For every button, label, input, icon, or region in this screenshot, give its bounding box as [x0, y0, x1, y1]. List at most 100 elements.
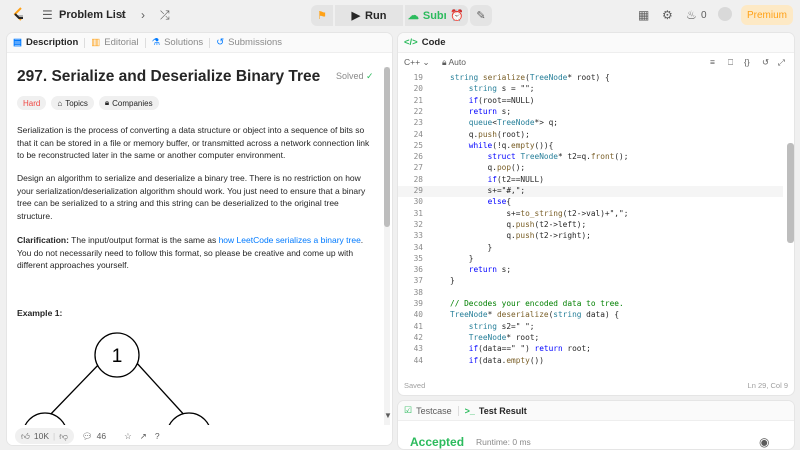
tab-description-label: Description — [25, 37, 79, 48]
code-text: if(root==NULL) — [468, 95, 535, 105]
code-text: // Decodes your encoded data to tree. — [450, 299, 624, 308]
code-panel: </> Code C++ ⌄ 🔒︎ Auto ≡ ⎕ {} ↺ ⤢ 19 stri… — [397, 32, 795, 396]
leetcode-logo-icon[interactable] — [12, 7, 26, 23]
test-tabbar: ☑ Testcase >_ Test Result — [398, 401, 794, 421]
eye-icon[interactable]: ◉ — [759, 435, 769, 449]
code-line[interactable]: 41 string s2=" "; — [398, 322, 783, 333]
code-line[interactable]: 27 q.pop(); — [398, 163, 783, 174]
description-para-2: Design an algorithm to serialize and des… — [17, 173, 366, 221]
fire-icon[interactable]: ♨ — [686, 8, 697, 22]
description-scroll-thumb[interactable] — [384, 67, 390, 227]
next-problem-icon[interactable]: › — [141, 8, 145, 22]
code-line[interactable]: 40 TreeNode* deserialize(string data) { — [398, 310, 783, 321]
bookmark-icon[interactable]: ⎕ — [728, 57, 733, 68]
like-button[interactable]: 👍︎ 10K | 👎︎ — [15, 428, 74, 444]
debug-button[interactable]: ⚑ — [311, 5, 333, 26]
code-text: } — [450, 253, 474, 263]
code-line[interactable]: 30 else{ — [398, 197, 783, 208]
line-number: 20 — [413, 84, 423, 94]
code-line[interactable]: 20 string s = ""; — [398, 84, 783, 95]
tab-code[interactable]: </> Code — [398, 33, 452, 53]
line-number: 34 — [413, 242, 423, 252]
code-line[interactable]: 44 if(data.empty()) — [398, 356, 783, 367]
topics-label: Topics — [65, 98, 88, 108]
code-line[interactable]: 23 queue<TreeNode*> q; — [398, 118, 783, 129]
history-icon: ↺ — [216, 37, 225, 48]
flask-icon: ⚗ — [151, 37, 161, 48]
code-line[interactable]: 32 q.push(t2->left); — [398, 220, 783, 231]
code-line[interactable]: 42 TreeNode* root; — [398, 333, 783, 344]
line-number: 29 — [413, 186, 423, 195]
topics-tag[interactable]: ⌂ Topics — [51, 96, 94, 110]
code-line[interactable]: 34 } — [398, 243, 783, 254]
comments-button[interactable]: 💬︎ 46 — [82, 431, 106, 442]
code-text: s+="#,"; — [450, 186, 526, 195]
code-line[interactable]: 43 if(data==" ") return root; — [398, 344, 783, 355]
settings-gear-icon[interactable]: ⚙ — [662, 8, 673, 22]
code-line[interactable]: 21 if(root==NULL) — [398, 96, 783, 107]
prev-problem-icon[interactable]: ‹ — [120, 8, 124, 22]
star-icon[interactable]: ☆ — [124, 431, 132, 442]
example-tree-diagram: 1 — [24, 332, 210, 425]
tab-description[interactable]: ▤ Description — [7, 33, 84, 53]
code-line[interactable]: 26 struct TreeNode* t2=q.front(); — [398, 152, 783, 163]
code-scroll-thumb[interactable] — [787, 143, 794, 243]
code-line[interactable]: 35 } — [398, 254, 783, 265]
code-line[interactable]: 22 return s; — [398, 107, 783, 118]
problem-list-icon[interactable]: ☰ — [42, 8, 53, 22]
tree-edge-left — [46, 360, 103, 419]
tab-test-result[interactable]: >_ Test Result — [459, 401, 533, 421]
page-title: 297. Serialize and Deserialize Binary Tr… — [17, 68, 321, 85]
timer-button[interactable]: ⏰ — [446, 5, 468, 26]
tab-solutions[interactable]: ⚗ Solutions — [146, 33, 210, 53]
code-text: s+=to_string(t2->val)+","; — [450, 208, 629, 218]
tab-editorial[interactable]: ▥ Editorial — [85, 33, 144, 53]
thumbs-down-icon[interactable]: 👎︎ — [59, 431, 68, 442]
code-line[interactable]: 36 return s; — [398, 265, 783, 276]
line-number: 22 — [413, 106, 423, 116]
fullscreen-icon[interactable]: ⤢ — [778, 57, 785, 68]
tab-submissions[interactable]: ↺ Submissions — [210, 33, 288, 53]
scroll-down-icon[interactable]: ▼ — [384, 409, 392, 423]
line-number: 21 — [413, 95, 423, 105]
code-line[interactable]: 19 string serialize(TreeNode* root) { — [398, 73, 783, 84]
difficulty-badge: Hard — [17, 96, 47, 110]
notes-button[interactable]: ✎ — [470, 5, 492, 26]
description-tabbar: ▤ Description ▥ Editorial ⚗ Solutions ↺ … — [7, 33, 392, 53]
auto-toggle[interactable]: 🔒︎ Auto — [442, 57, 466, 68]
code-text: q.pop(); — [450, 163, 526, 173]
code-line[interactable]: 29 s+="#,"; — [398, 186, 783, 198]
layout-icon[interactable]: ▦ — [638, 8, 649, 22]
like-count: 10K — [33, 431, 50, 441]
code-line[interactable]: 37} — [398, 276, 783, 287]
line-number: 40 — [413, 310, 423, 320]
cloud-upload-icon: ☁ — [407, 10, 419, 22]
language-select[interactable]: C++ ⌄ — [404, 57, 430, 68]
serialization-link[interactable]: how LeetCode serializes a binary tree — [219, 235, 361, 245]
companies-tag[interactable]: 🔒︎ Companies — [98, 96, 159, 110]
code-line[interactable]: 28 if(t2==NULL) — [398, 175, 783, 186]
share-icon[interactable]: ↗ — [140, 431, 147, 442]
problem-list-link[interactable]: Problem List — [59, 9, 126, 21]
code-line[interactable]: 38 — [398, 288, 783, 299]
code-line[interactable]: 25 while(!q.empty()){ — [398, 141, 783, 152]
reset-icon[interactable]: ↺ — [762, 57, 769, 68]
code-editor[interactable]: 19 string serialize(TreeNode* root) {20 s… — [398, 71, 794, 377]
avatar[interactable] — [718, 7, 732, 21]
premium-button[interactable]: Premium — [741, 5, 793, 25]
help-icon[interactable]: ? — [155, 431, 160, 441]
shuffle-icon[interactable]: ⤮ — [160, 8, 170, 22]
code-text: return s; — [468, 106, 512, 116]
code-line[interactable]: 39 // Decodes your encoded data to tree. — [398, 299, 783, 310]
run-button[interactable]: ▶ Run — [335, 5, 403, 26]
tab-editorial-label: Editorial — [104, 37, 139, 48]
tab-testcase[interactable]: ☑ Testcase — [398, 401, 458, 421]
clarification-text-1: The input/output format is the same as — [68, 235, 219, 245]
comment-icon: 💬︎ — [81, 430, 93, 441]
code-line[interactable]: 31 s+=to_string(t2->val)+","; — [398, 209, 783, 220]
code-line[interactable]: 33 q.push(t2->right); — [398, 231, 783, 242]
code-line[interactable]: 24 q.push(root); — [398, 130, 783, 141]
braces-icon[interactable]: {} — [744, 57, 750, 67]
format-icon[interactable]: ≡ — [710, 57, 715, 67]
description-icon: ▤ — [13, 37, 22, 48]
